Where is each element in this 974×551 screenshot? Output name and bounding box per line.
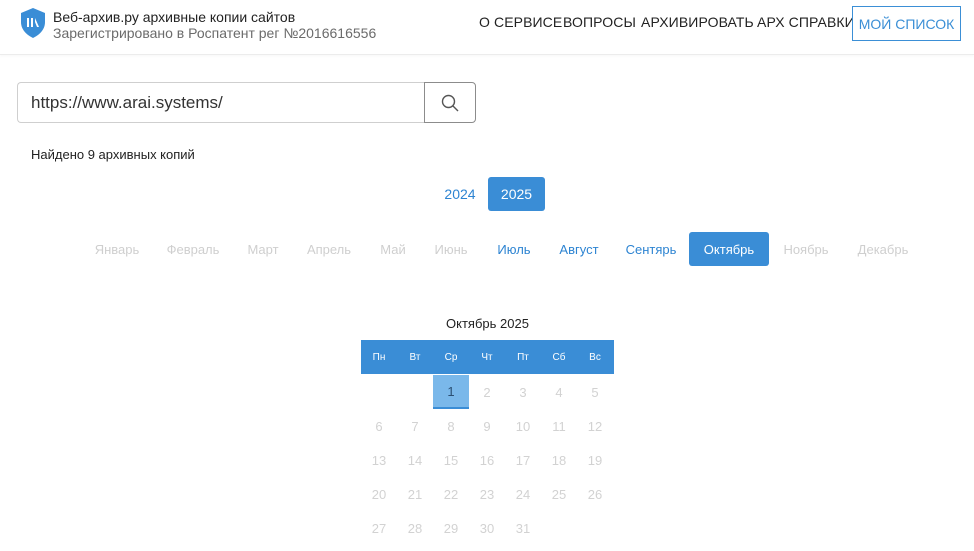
calendar-day: 21 [407,486,423,502]
weekday-label: Чт [481,351,493,363]
calendar-day: 7 [411,418,419,434]
calendar-day: 10 [515,418,531,434]
month-9[interactable]: Сентярь [614,232,688,266]
month-3: Март [247,241,279,257]
calendar-day-available[interactable]: 1 [433,375,469,409]
weekday-label: Вт [409,351,421,363]
nav-questions[interactable]: ВОПРОСЫ [563,14,636,30]
brand-block[interactable]: Веб-архив.ру архивные копии сайтов Зарег… [53,9,376,41]
weekday-label: Вс [589,351,601,363]
year-2024[interactable]: 2024 [436,177,484,211]
calendar-day: 4 [555,384,563,400]
nav-about[interactable]: О СЕРВИСЕ [479,14,562,30]
calendar-day: 30 [479,520,495,536]
calendar-day: 26 [587,486,603,502]
calendar-day: 18 [551,452,567,468]
calendar-day: 11 [552,418,566,434]
calendar-day: 13 [371,452,387,468]
calendar-day: 8 [447,418,455,434]
brand-title: Веб-архив.ру архивные копии сайтов [53,9,296,25]
nav-references[interactable]: АРХ СПРАВКИ [757,14,855,30]
calendar-day: 3 [519,384,527,400]
calendar-day: 27 [371,520,387,536]
brand-subtitle: Зарегистрировано в Роспатент рег №201661… [53,25,377,41]
month-4: Апрель [306,241,352,257]
calendar-day: 6 [375,418,383,434]
calendar-day: 9 [483,418,491,434]
calendar-day: 5 [591,384,599,400]
calendar-day: 2 [483,384,491,400]
calendar-title: Октябрь 2025 [446,316,529,331]
url-search-input[interactable] [17,82,425,123]
calendar-day: 23 [479,486,495,502]
calendar-day: 28 [407,520,423,536]
calendar-day: 31 [515,520,531,536]
weekday-label: Ср [444,351,458,363]
calendar-day: 22 [443,486,459,502]
calendar-day: 24 [515,486,531,502]
month-11: Ноябрь [783,241,829,257]
weekday-label: Пт [517,351,529,363]
nav-archive[interactable]: АРХИВИРОВАТЬ [641,14,754,30]
month-2: Февраль [166,241,220,257]
calendar-day: 25 [551,486,567,502]
calendar-day: 14 [407,452,423,468]
calendar-day: 15 [443,452,459,468]
search-icon [441,94,459,111]
calendar-day: 17 [515,452,531,468]
calendar-weekday-header: Пн Вт Ср Чт Пт Сб Вс [361,340,614,374]
search-button[interactable] [424,82,476,123]
calendar-day: 19 [587,452,603,468]
calendar-day: 20 [371,486,387,502]
shield-logo-icon[interactable] [20,7,46,39]
month-8[interactable]: Август [542,232,616,266]
calendar-day: 29 [443,520,459,536]
month-7[interactable]: Июль [477,232,551,266]
calendar-day: 12 [587,418,603,434]
month-10[interactable]: Октябрь [689,232,769,266]
site-header: Веб-архив.ру архивные копии сайтов Зарег… [0,0,974,55]
weekday-label: Сб [552,351,566,363]
year-2025[interactable]: 2025 [488,177,545,211]
calendar-day: 16 [479,452,495,468]
month-1: Январь [94,241,140,257]
month-12: Декабрь [857,241,909,257]
my-list-button[interactable]: МОЙ СПИСОК [852,6,961,41]
results-count: Найдено 9 архивных копий [31,147,195,162]
weekday-label: Пн [372,351,386,363]
